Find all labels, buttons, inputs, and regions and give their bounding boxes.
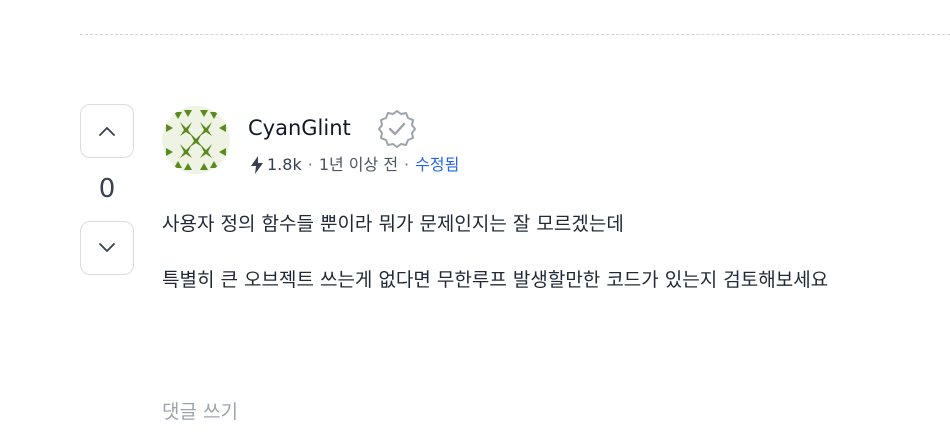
chevron-up-icon: [99, 127, 115, 136]
answer-card: 0 CyanGlint 1.8k · 1년 이상 전 · 수정됨 사용자 정의 …: [0, 0, 950, 434]
downvote-button[interactable]: [80, 221, 134, 275]
reputation-score: 1.8k: [267, 155, 302, 174]
chevron-down-icon: [99, 243, 115, 252]
section-divider: [80, 34, 950, 35]
vote-count: 0: [98, 174, 116, 204]
edited-link[interactable]: 수정됨: [415, 152, 459, 178]
upvote-button[interactable]: [80, 104, 134, 158]
meta-separator: ·: [404, 155, 410, 174]
author-name[interactable]: CyanGlint: [248, 114, 351, 142]
author-meta: 1.8k · 1년 이상 전 · 수정됨: [250, 152, 459, 178]
meta-separator: ·: [307, 155, 313, 174]
post-time: 1년 이상 전: [318, 155, 399, 174]
answer-paragraph: 사용자 정의 함수들 뿐이라 뭐가 문제인지는 잘 모르겠는데: [162, 213, 624, 235]
verified-badge-icon: [378, 110, 416, 148]
avatar[interactable]: [162, 106, 230, 174]
write-comment-link[interactable]: 댓글 쓰기: [162, 398, 238, 426]
bolt-icon: [251, 156, 263, 174]
avatar-pattern-icon: [162, 106, 230, 174]
answer-paragraph: 특별히 큰 오브젝트 쓰는게 없다면 무한루프 발생할만한 코드가 있는지 검토…: [162, 269, 829, 291]
